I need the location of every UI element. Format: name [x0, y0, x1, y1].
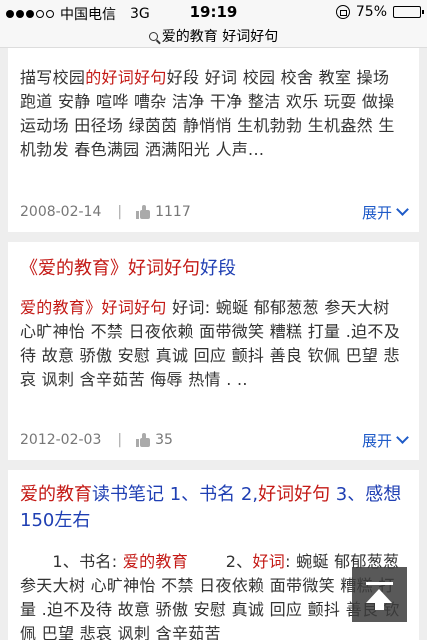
rotation-lock-icon [335, 5, 350, 19]
snippet-highlight: 好词好句 [101, 298, 167, 317]
chevron-down-icon [396, 431, 409, 444]
battery-percent: 75% [355, 4, 387, 20]
battery-icon [393, 6, 424, 18]
title-highlight: 好词好句 [128, 258, 200, 279]
result-title[interactable]: 《爱的教育》好词好句好段 [8, 242, 419, 282]
snippet-text: 2、 [188, 552, 253, 571]
title-text: 好段 [200, 258, 236, 279]
expand-label: 展开 [361, 431, 392, 450]
url-bar[interactable]: 爱的教育 好词好句 [0, 24, 427, 48]
snippet-highlight: 爱的教育 [122, 552, 188, 571]
status-right: 75% [335, 4, 424, 20]
result-meta: 2012-02-03 | 35 展开 [20, 427, 409, 453]
thumbs-up-icon [136, 433, 151, 447]
thumbs-up-icon [136, 205, 151, 219]
search-icon [148, 31, 158, 41]
meta-separator: | [117, 432, 123, 448]
expand-label: 展开 [361, 203, 392, 222]
expand-button[interactable]: 展开 [361, 430, 409, 451]
title-highlight: 《爱的教育》 [20, 258, 128, 279]
result-card[interactable]: 《爱的教育》好词好句好段 爱的教育》好词好句 好词: 蜿蜒 郁郁葱葱 参天大树 … [8, 242, 419, 460]
title-highlight: 爱的教育 [20, 484, 92, 505]
meta-separator: | [117, 204, 123, 220]
result-date: 2012-02-03 [20, 432, 102, 448]
snippet-text: 描写校园 [20, 68, 86, 87]
result-date: 2008-02-14 [20, 204, 102, 220]
result-title[interactable]: 爱的教育读书笔记 1、书名 2,好词好句 3、感想150左右 [8, 470, 419, 534]
snippet-highlight: 爱的教育》 [20, 298, 102, 317]
result-meta: 2008-02-14 | 1117 展开 [20, 199, 409, 225]
chevron-down-icon [396, 203, 409, 216]
result-snippet: 描写校园的好词好句好段 好词 校园 校舍 教室 操场 跑道 安静 喧哗 嘈杂 洁… [8, 48, 419, 162]
title-text: 读书笔记 1、书名 2, [92, 484, 259, 505]
back-to-top-button[interactable] [352, 567, 407, 622]
snippet-highlight: 的好词好句 [85, 68, 167, 87]
title-highlight: 好词好句 [258, 484, 331, 505]
snippet-text: 1、书名: [20, 552, 123, 571]
url-bar-text: 爱的教育 好词好句 [161, 29, 279, 45]
status-bar: 中国电信 3G 19:19 75% [0, 0, 427, 24]
snippet-highlight: 好词 [252, 552, 286, 571]
expand-button[interactable]: 展开 [361, 202, 409, 223]
like-count: 1117 [155, 204, 191, 220]
result-snippet: 爱的教育》好词好句 好词: 蜿蜒 郁郁葱葱 参天大树 心旷神怡 不禁 日夜依赖 … [8, 282, 419, 392]
like-count: 35 [155, 432, 173, 448]
result-card[interactable]: 描写校园的好词好句好段 好词 校园 校舍 教室 操场 跑道 安静 喧哗 嘈杂 洁… [8, 48, 419, 232]
